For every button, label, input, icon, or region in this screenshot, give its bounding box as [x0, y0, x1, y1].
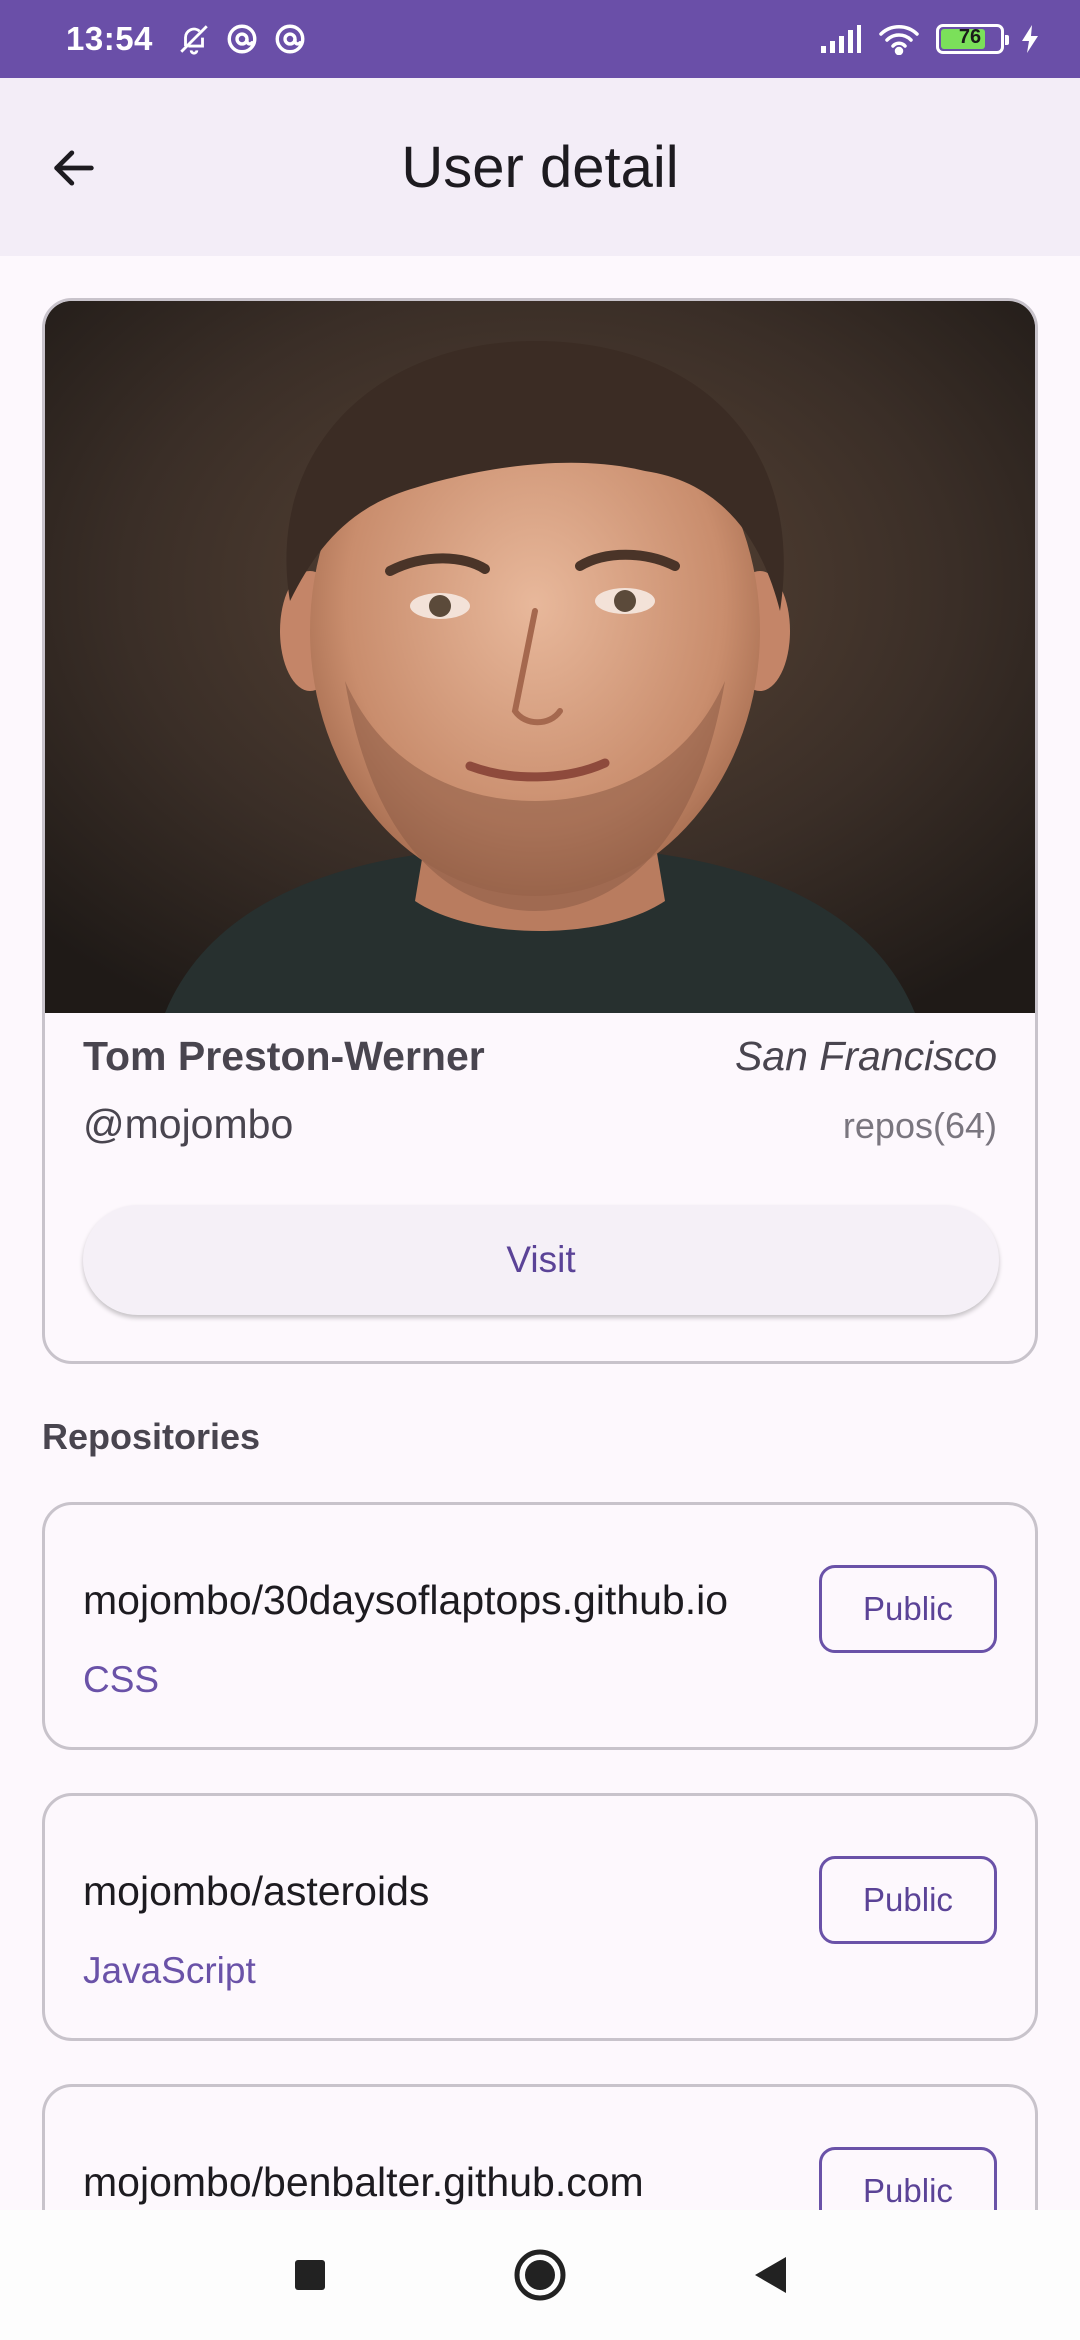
arrow-left-icon [54, 150, 94, 186]
back-triangle-icon [755, 2257, 786, 2293]
visibility-badge[interactable]: Public [819, 1565, 997, 1653]
repos-count: repos(64) [842, 1105, 997, 1146]
repo-language: JavaScript [83, 1950, 256, 1991]
visibility-badge[interactable]: Public [819, 1856, 997, 1944]
system-nav-bar [0, 2210, 1080, 2340]
profile-card: Tom Preston-Werner San Francisco @mojomb… [42, 298, 1038, 1364]
signal-icon [820, 24, 862, 54]
user-login: @mojombo [83, 1101, 294, 1147]
page-title: User detail [401, 134, 679, 200]
repo-language: CSS [83, 1659, 160, 1700]
repo-card[interactable]: mojombo/30daysoflaptops.github.io CSS Pu… [42, 1502, 1038, 1750]
bell-off-icon [177, 22, 211, 56]
repo-name: mojombo/benbalter.github.com [83, 2159, 644, 2205]
back-nav-button[interactable] [730, 2235, 810, 2315]
wifi-icon [878, 23, 920, 55]
avatar [45, 301, 1035, 1013]
status-bar: 13:54 76 [0, 0, 1080, 78]
at-sign-icon [225, 22, 259, 56]
home-button[interactable] [500, 2235, 580, 2315]
recents-button[interactable] [270, 2235, 350, 2315]
repo-card[interactable]: mojombo/asteroids JavaScript Public [42, 1793, 1038, 2041]
status-right: 76 [820, 23, 1040, 55]
at-sign-icon [273, 22, 307, 56]
visit-button[interactable]: Visit [83, 1205, 999, 1315]
charging-icon [1020, 24, 1040, 54]
repo-name: mojombo/30daysoflaptops.github.io [83, 1577, 729, 1623]
battery-level: 76 [958, 26, 982, 48]
repo-name: mojombo/asteroids [83, 1868, 430, 1914]
battery-icon: 76 [936, 24, 1009, 54]
recents-square-icon [295, 2260, 325, 2290]
user-name: Tom Preston-Werner [83, 1033, 485, 1079]
app-bar: User detail [0, 78, 1080, 256]
status-time: 13:54 [66, 20, 153, 57]
home-circle-icon [514, 2249, 566, 2301]
page: 13:54 76 User detail Tom Preston-Werner … [0, 0, 1080, 2340]
user-location: San Francisco [734, 1033, 997, 1079]
status-left: 13:54 [66, 20, 307, 58]
repositories-title: Repositories [42, 1416, 261, 1457]
back-button[interactable] [36, 130, 112, 206]
